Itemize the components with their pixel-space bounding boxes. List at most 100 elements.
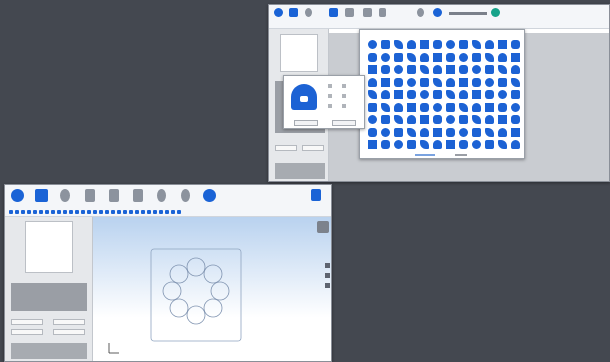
shape-option-icon[interactable] [407,140,416,149]
shape-option-icon[interactable] [368,77,377,87]
shape-option-icon[interactable] [472,102,481,112]
shape-option-icon[interactable] [511,52,520,62]
top-tool-file[interactable] [379,8,386,17]
view-cube-icon[interactable] [317,221,329,233]
bottom-tool-home[interactable] [35,189,48,202]
shape-option-icon[interactable] [459,127,468,137]
sub-tool-icon[interactable] [75,210,79,214]
param-field[interactable] [53,329,85,335]
shape-option-icon[interactable] [420,102,429,112]
shape-option-icon[interactable] [459,140,468,149]
shape-option-icon[interactable] [511,140,520,149]
sub-tool-icon[interactable] [117,210,121,214]
shape-option-icon[interactable] [394,40,403,49]
shape-option-icon[interactable] [472,127,481,137]
shape-option-icon[interactable] [446,65,455,74]
bottom-tool-pen[interactable] [60,189,70,202]
bottom-tool-globe[interactable] [203,189,216,202]
sub-tool-icon[interactable] [51,210,55,214]
shape-option-icon[interactable] [420,90,429,99]
shape-option-icon[interactable] [446,40,455,49]
shape-option-icon[interactable] [511,115,520,124]
shape-option-icon[interactable] [472,52,481,62]
shape-option-icon[interactable] [381,140,390,149]
shape-option-icon[interactable] [446,52,455,62]
sub-tool-icon[interactable] [27,210,31,214]
shape-option-icon[interactable] [407,40,416,49]
shape-option-icon[interactable] [420,40,429,49]
fit-view-icon[interactable] [325,283,330,288]
shape-option-icon[interactable] [498,40,507,49]
top-tool-circle[interactable] [274,8,283,17]
sub-tool-icon[interactable] [111,210,115,214]
shape-option-icon[interactable] [394,52,403,62]
sub-tool-icon[interactable] [57,210,61,214]
shape-option-icon[interactable] [420,65,429,74]
shape-option-icon[interactable] [472,65,481,74]
shape-option-icon[interactable] [420,140,429,149]
top-tool-settings[interactable] [417,8,424,17]
shape-option-icon[interactable] [407,102,416,112]
shape-option-icon[interactable] [459,90,468,99]
sub-tool-icon[interactable] [21,210,25,214]
shape-option-icon[interactable] [407,90,416,99]
bottom-tool-settings[interactable] [109,189,119,202]
shape-option-icon[interactable] [446,90,455,99]
shape-option-icon[interactable] [433,140,442,149]
shape-option-icon[interactable] [394,77,403,87]
sub-tool-icon[interactable] [39,210,43,214]
shape-option-icon[interactable] [394,65,403,74]
shape-option-icon[interactable] [407,65,416,74]
shape-option-icon[interactable] [459,65,468,74]
shape-option-icon[interactable] [368,52,377,62]
shape-option-icon[interactable] [485,40,494,49]
shape-option-icon[interactable] [498,140,507,149]
sub-tool-icon[interactable] [105,210,109,214]
top-tool-grid[interactable] [345,8,354,17]
bottom-tool-lamp[interactable] [157,189,166,202]
shape-option-icon[interactable] [368,140,377,149]
shape-option-icon[interactable] [472,115,481,124]
shape-option-icon[interactable] [368,65,377,74]
shape-option-icon[interactable] [459,102,468,112]
shape-option-icon[interactable] [485,115,494,124]
shape-option-icon[interactable] [407,115,416,124]
shape-option-icon[interactable] [459,115,468,124]
sub-tool-icon[interactable] [63,210,67,214]
shape-option-icon[interactable] [511,90,520,99]
shape-option-icon[interactable] [498,102,507,112]
sub-tool-icon[interactable] [87,210,91,214]
sub-tool-icon[interactable] [99,210,103,214]
top-tool-user[interactable] [433,8,442,17]
sub-tool-icon[interactable] [45,210,49,214]
shape-option-icon[interactable] [368,90,377,99]
lock-cancel-button[interactable] [332,120,356,126]
param-field[interactable] [53,319,85,325]
param-field[interactable] [302,145,324,151]
shape-option-icon[interactable] [368,40,377,49]
shape-option-icon[interactable] [459,40,468,49]
shape-option-icon[interactable] [511,102,520,112]
shape-option-icon[interactable] [472,40,481,49]
shape-option-icon[interactable] [433,90,442,99]
shape-option-icon[interactable] [498,90,507,99]
sub-tool-icon[interactable] [93,210,97,214]
shape-option-icon[interactable] [394,102,403,112]
picker-footer-link[interactable] [455,154,467,156]
shape-option-icon[interactable] [368,102,377,112]
sub-tool-icon[interactable] [165,210,169,214]
shape-option-icon[interactable] [485,90,494,99]
sub-tool-icon[interactable] [129,210,133,214]
shape-option-icon[interactable] [433,127,442,137]
sub-tool-icon[interactable] [153,210,157,214]
shape-option-icon[interactable] [381,65,390,74]
sub-tool-icon[interactable] [171,210,175,214]
shape-option-icon[interactable] [446,102,455,112]
sub-tool-icon[interactable] [141,210,145,214]
shape-option-icon[interactable] [446,140,455,149]
shape-option-icon[interactable] [446,77,455,87]
sub-tool-icon[interactable] [147,210,151,214]
shape-option-icon[interactable] [472,90,481,99]
shape-option-icon[interactable] [446,115,455,124]
shape-option-icon[interactable] [485,102,494,112]
